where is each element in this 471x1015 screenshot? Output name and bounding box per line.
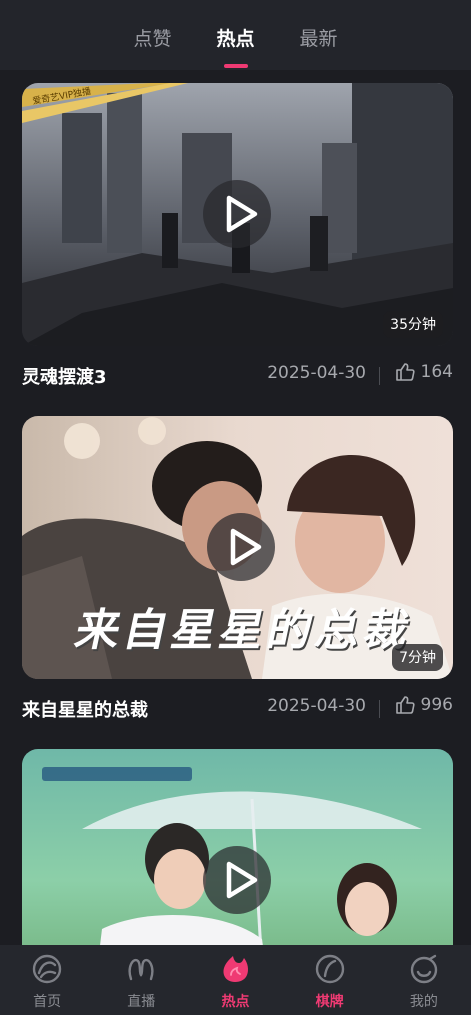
tab-label: 点赞 — [133, 28, 172, 50]
like-count: 164 — [420, 362, 453, 382]
nav-profile[interactable]: 我的 — [377, 945, 471, 1015]
tab-label: 热点 — [216, 28, 255, 50]
duration-badge: 35分钟 — [383, 311, 443, 338]
duration-badge: 7分钟 — [392, 644, 443, 671]
nav-hot[interactable]: 热点 — [188, 945, 282, 1015]
profile-icon — [410, 954, 438, 984]
nav-cards[interactable]: 棋牌 — [283, 945, 377, 1015]
home-icon — [32, 954, 62, 984]
hot-icon — [223, 956, 249, 982]
thumbs-up-icon — [395, 363, 415, 381]
active-tab-indicator — [223, 64, 248, 68]
video-card[interactable]: 来自星星的总裁 7分钟 来自星星的总裁 2025-04-30 996 — [22, 416, 453, 739]
video-card[interactable]: 爱奇艺VIP独播 35分钟 灵魂摆渡3 2025-04-30 164 — [22, 83, 453, 406]
video-thumbnail[interactable]: 来自星星的总裁 7分钟 — [22, 416, 453, 679]
nav-label: 直播 — [127, 994, 156, 1010]
nav-label: 棋牌 — [315, 994, 344, 1010]
nav-label: 热点 — [221, 994, 250, 1010]
tab-hot[interactable]: 热点 — [194, 0, 277, 68]
tab-latest[interactable]: 最新 — [277, 0, 360, 51]
play-icon — [226, 861, 258, 899]
meta-divider — [379, 700, 380, 718]
play-button[interactable] — [203, 846, 271, 914]
cards-icon — [315, 954, 344, 984]
video-title[interactable]: 来自星星的总裁 — [22, 696, 148, 722]
video-meta: 来自星星的总裁 2025-04-30 996 — [22, 679, 453, 739]
nav-label: 首页 — [33, 994, 62, 1010]
video-meta: 灵魂摆渡3 2025-04-30 164 — [22, 346, 453, 406]
thumbs-up-icon — [395, 696, 415, 714]
poster-title-text: 来自星星的总裁 — [70, 605, 418, 656]
top-tab-bar: 点赞 热点 最新 — [0, 0, 471, 70]
video-thumbnail[interactable]: 爱奇艺VIP独播 35分钟 — [22, 83, 453, 346]
nav-home[interactable]: 首页 — [0, 945, 94, 1015]
video-feed[interactable]: 爱奇艺VIP独播 35分钟 灵魂摆渡3 2025-04-30 164 来自星星的… — [0, 70, 471, 945]
video-date: 2025-04-30 — [267, 363, 366, 383]
tab-label: 最新 — [299, 28, 338, 50]
like-count: 996 — [420, 695, 453, 715]
play-button[interactable] — [207, 513, 275, 581]
video-title[interactable]: 灵魂摆渡3 — [22, 363, 107, 389]
nav-live[interactable]: 直播 — [94, 945, 188, 1015]
like-button[interactable]: 996 — [395, 695, 453, 715]
meta-divider — [379, 367, 380, 385]
play-icon — [226, 195, 258, 233]
video-card[interactable] — [22, 749, 453, 945]
play-icon — [230, 528, 262, 566]
video-thumbnail[interactable] — [22, 749, 453, 945]
live-icon — [128, 958, 154, 981]
tab-likes[interactable]: 点赞 — [111, 0, 194, 51]
nav-label: 我的 — [409, 994, 438, 1010]
video-date: 2025-04-30 — [267, 696, 366, 716]
play-button[interactable] — [203, 180, 271, 248]
like-button[interactable]: 164 — [395, 362, 453, 382]
bottom-navigation: 首页 直播 热点 棋牌 我的 — [0, 945, 471, 1015]
